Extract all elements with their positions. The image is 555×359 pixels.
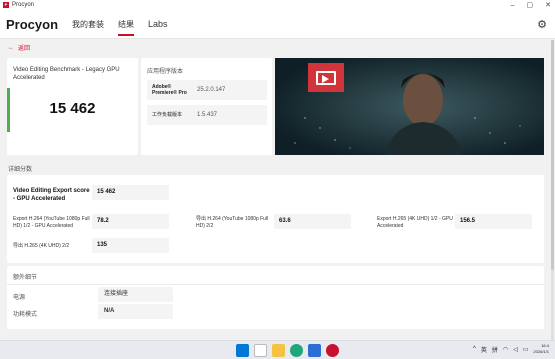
- detail-label: 导出 H.264 (YouTube 1080p Full HD) 2/2: [196, 216, 269, 229]
- taskbar: ^ 英 拼 ◠ ◁ ▭ 16:4 2026/1/1: [0, 340, 555, 359]
- window-titlebar: P Procyon – ▢ ✕: [0, 0, 555, 10]
- back-button[interactable]: ← 返回: [8, 43, 31, 53]
- clock-date: 2026/1/1: [533, 349, 549, 354]
- detail-value: 63.6: [274, 214, 351, 229]
- score-card: Video Editing Benchmark - Legacy GPU Acc…: [7, 58, 138, 155]
- extra-label: 电源: [13, 295, 26, 301]
- version-value: 25.2.0.147: [197, 87, 226, 93]
- extra-details-card: 额外细节 电源 连接插座 功耗模式 N/A: [7, 266, 544, 329]
- tab-labs[interactable]: Labs: [148, 10, 168, 39]
- battery-icon[interactable]: ▭: [523, 346, 529, 353]
- detail-label: 导出 H.265 (4K UHD) 2/2: [13, 243, 70, 249]
- tab-my-suites[interactable]: 我的套装: [72, 10, 104, 39]
- brand-logo: Procyon: [6, 16, 59, 32]
- detail-label: Export H.264 (YouTube 1080p Full HD) 1/2…: [13, 216, 90, 229]
- overall-score: 15 462: [49, 100, 96, 117]
- play-icon: [322, 75, 329, 83]
- scrollbar-thumb[interactable]: [551, 40, 554, 270]
- detailed-scores-card: Video Editing Export score - GPU Acceler…: [7, 175, 544, 263]
- app-header: Procyon 我的套装 结果 Labs ⚙: [0, 10, 555, 39]
- back-label: 返回: [18, 46, 31, 52]
- volume-icon[interactable]: ◁: [513, 346, 518, 353]
- detail-value: 78.2: [92, 214, 169, 229]
- main-score-label: Video Editing Export score - GPU Acceler…: [13, 188, 90, 202]
- benchmark-hero-image: [275, 58, 544, 155]
- extra-details-title: 额外细节: [13, 275, 38, 281]
- chevron-up-icon[interactable]: ^: [473, 346, 476, 352]
- store-icon[interactable]: [308, 344, 321, 357]
- extra-label: 功耗模式: [13, 312, 38, 318]
- ime-mode[interactable]: 拼: [492, 345, 498, 354]
- taskbar-apps: [236, 344, 339, 357]
- search-icon[interactable]: [254, 344, 267, 357]
- divider: [7, 284, 544, 285]
- windows-start-icon[interactable]: [236, 344, 249, 357]
- main-score-value: 15 462: [92, 185, 169, 200]
- close-button[interactable]: ✕: [545, 1, 551, 9]
- app-version-card: 应用程序版本 Adobe® Premiere® Pro 25.2.0.147 工…: [141, 58, 272, 155]
- window-controls: – ▢ ✕: [511, 0, 551, 10]
- clock[interactable]: 16:4 2026/1/1: [533, 343, 549, 355]
- arrow-left-icon: ←: [8, 44, 14, 51]
- version-row-workload: 工作负载版本 1.5.437: [147, 105, 267, 125]
- system-tray: ^ 英 拼 ◠ ◁ ▭ 16:4 2026/1/1: [473, 343, 549, 355]
- procyon-app-icon: P: [3, 2, 9, 8]
- version-key: 工作负载版本: [152, 112, 183, 118]
- extra-value: N/A: [98, 304, 173, 319]
- video-editing-logo: [308, 63, 344, 92]
- detail-value: 156.5: [455, 214, 532, 229]
- procyon-app-icon[interactable]: [326, 344, 339, 357]
- minimize-button[interactable]: –: [511, 2, 515, 9]
- detail-value: 135: [92, 238, 169, 253]
- extra-value: 连接插座: [98, 287, 173, 302]
- version-row-premiere: Adobe® Premiere® Pro 25.2.0.147: [147, 80, 267, 100]
- detailed-scores-title: 详细分数: [8, 167, 33, 173]
- gear-icon[interactable]: ⚙: [537, 18, 547, 31]
- wifi-icon[interactable]: ◠: [503, 346, 508, 353]
- detail-label: Export H.265 (4K UHD) 1/2 - GPU Accelera…: [377, 216, 453, 229]
- edge-browser-icon[interactable]: [290, 344, 303, 357]
- tab-results[interactable]: 结果: [118, 10, 135, 39]
- benchmark-name: Video Editing Benchmark - Legacy GPU Acc…: [13, 67, 120, 81]
- maximize-button[interactable]: ▢: [527, 1, 534, 9]
- version-key: Adobe® Premiere® Pro: [152, 84, 187, 96]
- input-language[interactable]: 英: [481, 345, 487, 354]
- version-value: 1.5.437: [197, 112, 218, 118]
- app-version-title: 应用程序版本: [147, 69, 184, 75]
- file-explorer-icon[interactable]: [272, 344, 285, 357]
- window-title: Procyon: [12, 2, 35, 8]
